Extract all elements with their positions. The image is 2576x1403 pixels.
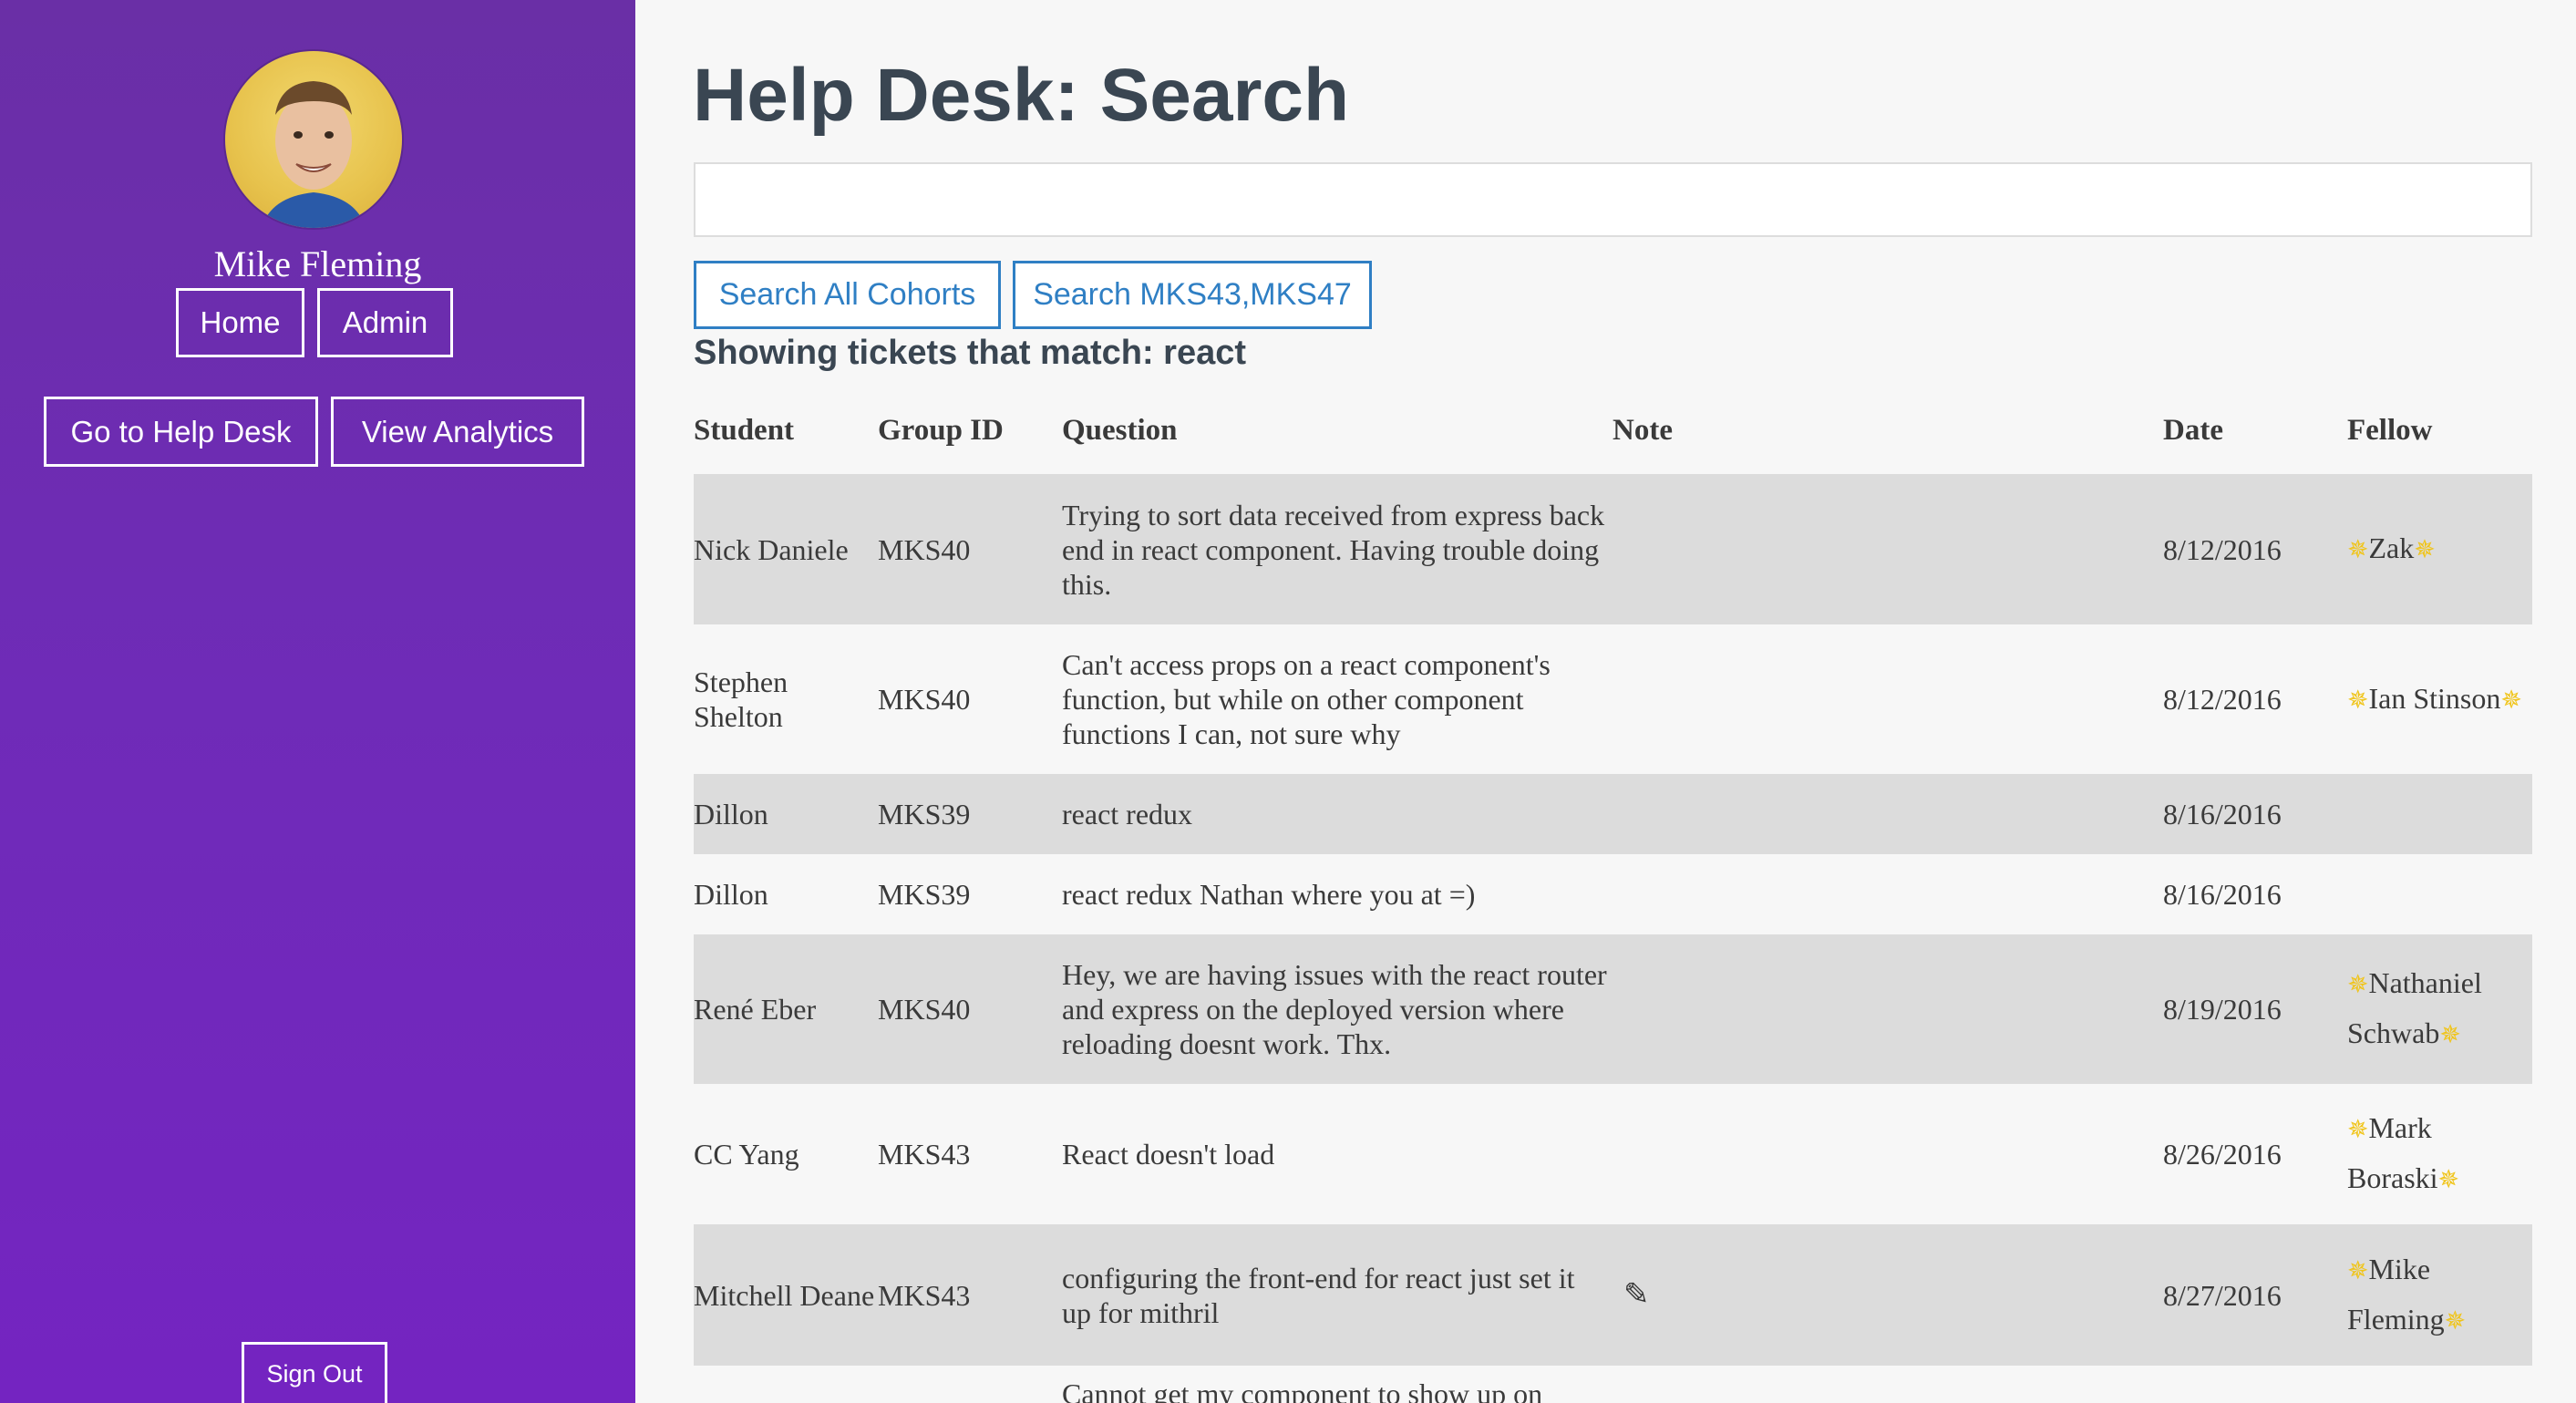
date-cell: 8/26/2016 bbox=[2163, 1138, 2282, 1171]
avatar-portrait-icon bbox=[262, 81, 366, 228]
header-note: Note bbox=[1613, 414, 1673, 447]
avatar bbox=[225, 51, 402, 228]
question-cell: Can't access props on a react component'… bbox=[1062, 648, 1551, 750]
group-cell: MKS39 bbox=[878, 798, 971, 830]
star-icon: ✵ bbox=[2439, 1021, 2461, 1049]
sign-out-button[interactable]: Sign Out bbox=[242, 1342, 387, 1403]
search-input[interactable] bbox=[694, 162, 2532, 237]
date-cell: 8/12/2016 bbox=[2163, 683, 2282, 716]
table-row[interactable]: CC Yang MKS43 React doesn't load 8/26/20… bbox=[694, 1084, 2532, 1224]
question-cell: Trying to sort data received from expres… bbox=[1062, 498, 1605, 601]
fellow-cell: ✵Mark Boraski✵ bbox=[2347, 1084, 2532, 1224]
header-group-id: Group ID bbox=[878, 414, 1004, 447]
group-cell: MKS40 bbox=[878, 683, 971, 716]
header-fellow: Fellow bbox=[2347, 414, 2433, 447]
date-cell: 8/16/2016 bbox=[2163, 798, 2282, 830]
star-icon: ✵ bbox=[2500, 686, 2522, 715]
date-cell: 8/12/2016 bbox=[2163, 532, 2282, 566]
student-cell: Stephen Shelton bbox=[694, 665, 788, 733]
student-cell: Nick Daniele bbox=[694, 532, 849, 566]
table-row[interactable]: Dillon MKS39 react redux 8/16/2016 bbox=[694, 774, 2532, 854]
star-icon: ✵ bbox=[2347, 536, 2369, 564]
student-cell: CC Yang bbox=[694, 1138, 799, 1171]
date-cell: 8/27/2016 bbox=[2163, 1278, 2282, 1312]
group-cell: MKS40 bbox=[878, 532, 971, 566]
table-row[interactable]: Mitchell Deane MKS43 configuring the fro… bbox=[694, 1224, 2532, 1366]
table-row[interactable]: Dillon MKS39 react redux Nathan where yo… bbox=[694, 854, 2532, 934]
user-name: Mike Fleming bbox=[213, 243, 422, 284]
date-cell: 8/16/2016 bbox=[2163, 878, 2282, 911]
admin-button[interactable]: Admin bbox=[317, 288, 453, 357]
search-cohorts-button[interactable]: Search MKS43,MKS47 bbox=[1013, 261, 1372, 329]
group-cell: MKS39 bbox=[878, 878, 971, 911]
star-icon: ✵ bbox=[2444, 1306, 2467, 1336]
group-cell: MKS40 bbox=[878, 993, 971, 1026]
fellow-cell: ✵Zak✵ bbox=[2347, 474, 2532, 624]
header-date: Date bbox=[2163, 414, 2223, 447]
header-student: Student bbox=[694, 414, 795, 447]
table-row[interactable]: René Eber MKS40 Hey, we are having issue… bbox=[694, 934, 2532, 1084]
match-prefix: Showing tickets that match: bbox=[694, 334, 1164, 372]
search-match-summary: Showing tickets that match: react bbox=[694, 334, 1246, 373]
star-icon: ✵ bbox=[2437, 1166, 2460, 1194]
pencil-icon[interactable]: ✎ bbox=[1623, 1278, 1650, 1313]
sidebar: Mike Fleming Home Admin Go to Help Desk … bbox=[0, 0, 635, 1403]
star-icon: ✵ bbox=[2347, 1256, 2369, 1285]
student-cell: René Eber bbox=[694, 993, 817, 1026]
star-icon: ✵ bbox=[2347, 686, 2369, 715]
question-cell: Cannot get my component to show up on bbox=[1062, 1377, 1543, 1403]
question-cell: react redux bbox=[1062, 798, 1193, 830]
page-title: Help Desk: Search bbox=[693, 54, 1350, 137]
search-all-cohorts-button[interactable]: Search All Cohorts bbox=[694, 261, 1001, 329]
student-cell: Dillon bbox=[694, 798, 768, 830]
fellow-cell bbox=[2347, 854, 2532, 934]
fellow-cell bbox=[2347, 774, 2532, 854]
fellow-cell: ✵Mike Fleming✵ bbox=[2347, 1224, 2532, 1366]
home-button[interactable]: Home bbox=[176, 288, 304, 357]
star-icon: ✵ bbox=[2347, 1116, 2369, 1144]
question-cell: React doesn't load bbox=[1062, 1138, 1275, 1171]
note-cell: ✎ bbox=[1623, 1224, 1733, 1366]
table-row[interactable]: Cannot get my component to show up on bbox=[694, 1366, 2532, 1403]
group-cell: MKS43 bbox=[878, 1278, 971, 1312]
match-term: react bbox=[1163, 334, 1247, 372]
star-icon: ✵ bbox=[2347, 971, 2369, 999]
fellow-name: Ian Stinson bbox=[2368, 681, 2501, 715]
group-cell: MKS43 bbox=[878, 1138, 971, 1171]
table-row[interactable]: Nick Daniele MKS40 Trying to sort data r… bbox=[694, 474, 2532, 624]
fellow-cell: ✵Ian Stinson✵ bbox=[2347, 624, 2532, 774]
view-analytics-button[interactable]: View Analytics bbox=[331, 397, 584, 467]
date-cell: 8/19/2016 bbox=[2163, 993, 2282, 1026]
question-cell: configuring the front-end for react just… bbox=[1062, 1261, 1575, 1329]
fellow-cell: ✵Nathaniel Schwab✵ bbox=[2347, 934, 2532, 1084]
question-cell: react redux Nathan where you at =) bbox=[1062, 878, 1476, 911]
student-cell: Mitchell Deane bbox=[694, 1278, 875, 1312]
fellow-name: Zak bbox=[2368, 531, 2415, 564]
star-icon: ✵ bbox=[2414, 536, 2436, 564]
question-cell: Hey, we are having issues with the react… bbox=[1062, 958, 1607, 1060]
header-question: Question bbox=[1062, 414, 1178, 447]
table-row[interactable]: Stephen Shelton MKS40 Can't access props… bbox=[694, 624, 2532, 774]
student-cell: Dillon bbox=[694, 878, 768, 911]
go-to-help-desk-button[interactable]: Go to Help Desk bbox=[44, 397, 318, 467]
fellow-name: Nathaniel Schwab bbox=[2347, 966, 2482, 1049]
